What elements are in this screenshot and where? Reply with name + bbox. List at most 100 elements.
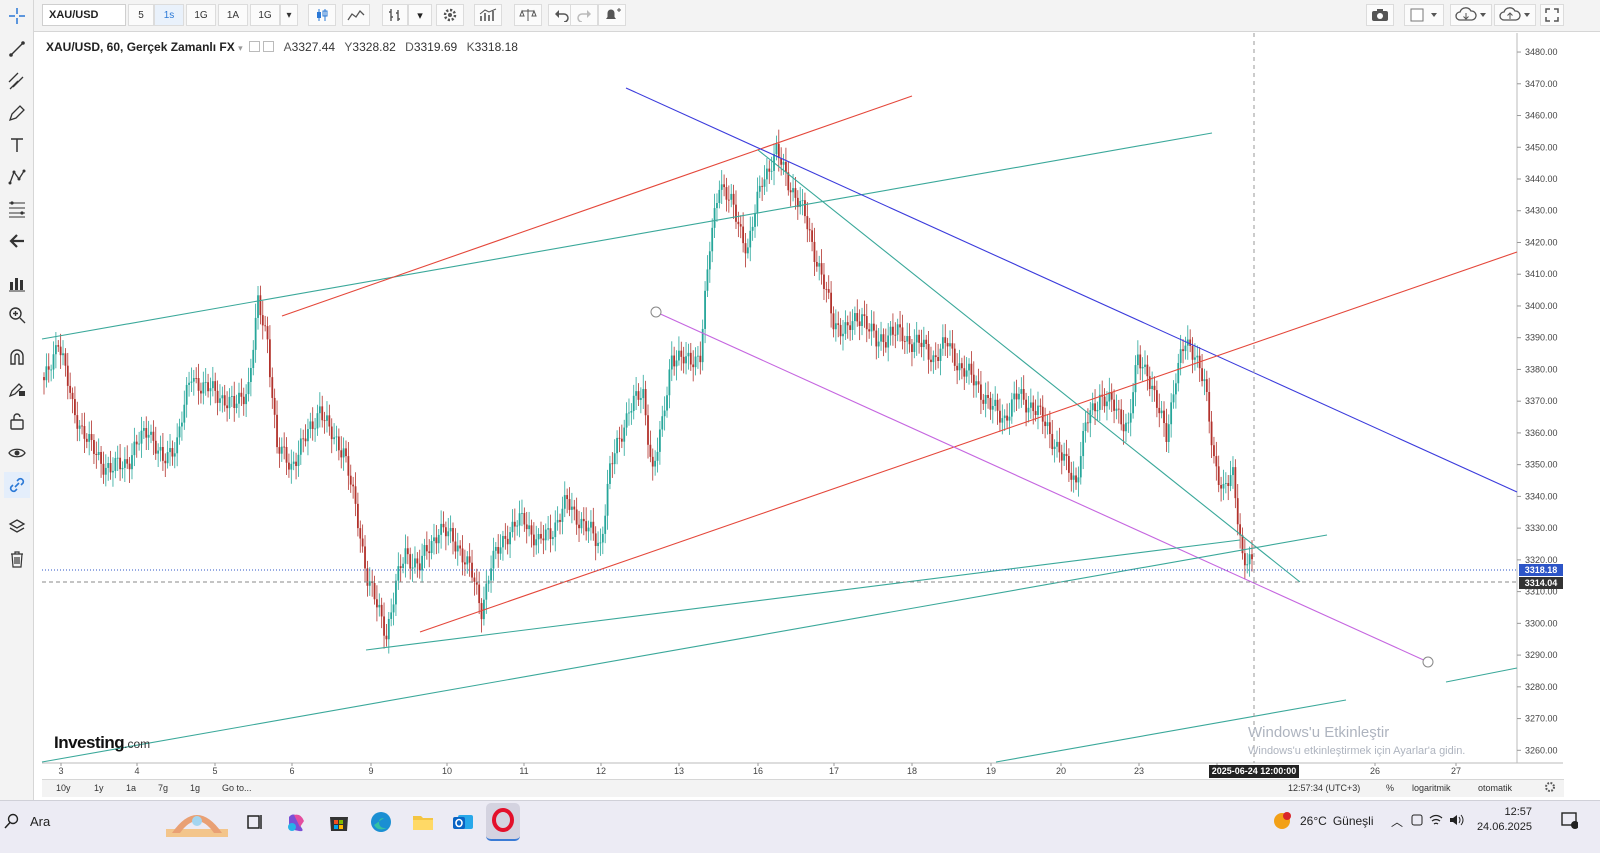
percent-toggle[interactable]: % [1386, 783, 1394, 793]
candle-body [566, 495, 569, 500]
tray-clock[interactable]: 12:57 24.06.2025 [1470, 805, 1532, 835]
tray-network-icon[interactable] [1410, 813, 1424, 830]
scale-settings-icon[interactable] [1544, 781, 1556, 795]
channel-tool[interactable] [4, 68, 30, 94]
timezone-clock[interactable]: 12:57:34 (UTC+3) [1288, 783, 1360, 793]
time-tick-label: 13 [674, 766, 684, 776]
candle-body [913, 342, 916, 352]
symbol-search-input[interactable] [42, 4, 126, 26]
cloud-save-button[interactable] [1494, 4, 1536, 26]
object-tree-tool[interactable] [4, 514, 30, 540]
candle-body [176, 437, 179, 454]
time-tick-label: 9 [368, 766, 373, 776]
line-type-button[interactable] [342, 4, 370, 26]
remove-drawings-tool[interactable] [4, 546, 30, 572]
back-tool[interactable] [4, 228, 30, 254]
chart-type-dropdown[interactable]: ▾ [408, 4, 432, 26]
auto-toggle[interactable]: otomatik [1478, 783, 1512, 793]
fullscreen-button[interactable] [1404, 4, 1444, 26]
trendline-tool[interactable] [4, 36, 30, 62]
settings-button[interactable] [436, 4, 464, 26]
timeframe-1s[interactable]: 1s [154, 4, 184, 26]
edge-icon[interactable] [368, 809, 394, 835]
store-icon[interactable] [326, 809, 352, 835]
candle-body [647, 415, 649, 445]
weather-widget[interactable]: 26°C Güneşli [1272, 811, 1374, 831]
price-chart[interactable]: 3480.00 3470.00 3460.00 3450.00 3440.00 3430.… [0, 0, 1600, 800]
time-tick-label: 11 [519, 766, 528, 776]
tray-wifi-icon[interactable] [1428, 813, 1444, 830]
candle-body [580, 518, 583, 529]
file-explorer-icon[interactable] [410, 809, 436, 835]
cloud-load-button[interactable] [1450, 4, 1492, 26]
candles-type-button[interactable] [308, 4, 336, 26]
lock-drawings-tool[interactable] [4, 408, 30, 434]
timeframe-5[interactable]: 5 [128, 4, 154, 26]
goto-button[interactable]: Go to... [222, 783, 252, 793]
legend-settings-icon[interactable] [263, 41, 275, 52]
zoom-tool[interactable] [4, 302, 30, 328]
candle-body [1210, 421, 1213, 446]
range-10y[interactable]: 10y [56, 783, 71, 793]
candle-body [613, 453, 616, 465]
candle-body [875, 330, 878, 347]
candle-body [1177, 362, 1180, 384]
hide-drawings-tool[interactable] [4, 440, 30, 466]
pattern-tool[interactable] [4, 164, 30, 190]
opera-icon[interactable] [486, 803, 520, 841]
candle-body [984, 394, 987, 404]
tray-volume-icon[interactable] [1448, 813, 1464, 830]
crosshair-tool[interactable] [4, 3, 30, 29]
candle-body [704, 290, 706, 329]
candle-body [563, 495, 566, 509]
sync-drawings-tool[interactable] [4, 472, 30, 498]
copilot-icon[interactable] [284, 809, 310, 835]
range-1y[interactable]: 1y [94, 783, 104, 793]
crosshair-icon [9, 8, 25, 24]
log-toggle[interactable]: logaritmik [1412, 783, 1451, 793]
timeframe-1g-more[interactable]: 1G [250, 4, 280, 26]
candle-body [185, 384, 188, 405]
pen-tool[interactable] [4, 100, 30, 126]
timeframe-1g[interactable]: 1G [186, 4, 216, 26]
candle-body [908, 335, 911, 345]
notification-icon[interactable] [1560, 811, 1579, 832]
candle-body [873, 323, 875, 331]
timeframe-1a[interactable]: 1A [218, 4, 248, 26]
candle-body [544, 529, 547, 541]
measure-tool[interactable] [4, 270, 30, 296]
bars-type-button[interactable] [382, 4, 408, 26]
price-tick-label: 3300.00 [1525, 618, 1558, 628]
candle-body [1170, 402, 1173, 425]
indicators-icon [479, 8, 497, 21]
tray-chevron-icon[interactable]: ︿ [1391, 813, 1403, 830]
range-7g[interactable]: 7g [158, 783, 168, 793]
task-view-icon[interactable] [242, 809, 268, 835]
expand-button[interactable] [1540, 4, 1564, 26]
redo-button[interactable] [570, 4, 598, 26]
snapshot-button[interactable] [1366, 4, 1394, 26]
candle-body [742, 226, 745, 244]
alert-button[interactable] [598, 4, 626, 26]
compare-button[interactable] [514, 4, 542, 26]
candle-body [1141, 366, 1144, 369]
magnet-tool[interactable] [4, 344, 30, 370]
candle-body [1165, 423, 1168, 442]
candle-body [756, 191, 759, 214]
price-tick-label: 3340.00 [1525, 491, 1558, 501]
stay-in-drawing-tool[interactable] [4, 376, 30, 402]
legend-dropdown-icon[interactable]: ▾ [238, 43, 243, 53]
outlook-icon[interactable] [450, 809, 476, 835]
range-1a[interactable]: 1a [126, 783, 136, 793]
text-tool[interactable] [4, 132, 30, 158]
taskbar-search[interactable]: Ara [0, 803, 232, 839]
timeframe-dropdown[interactable]: ▾ [280, 4, 298, 26]
candle-body [352, 484, 355, 487]
fibonacci-tool[interactable] [4, 196, 30, 222]
candle-body [497, 546, 500, 554]
legend-eye-icon[interactable] [248, 41, 260, 52]
indicators-button[interactable] [474, 4, 502, 26]
candle-body [673, 355, 676, 367]
candle-body [801, 200, 804, 202]
range-1g[interactable]: 1g [190, 783, 200, 793]
